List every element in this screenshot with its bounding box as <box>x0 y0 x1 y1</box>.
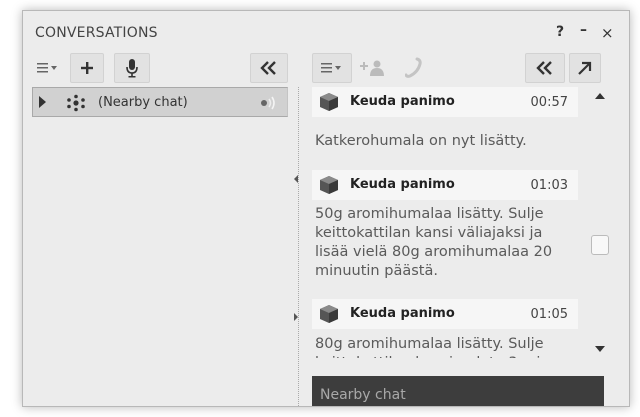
scroll-up-icon[interactable] <box>595 93 605 99</box>
options-menu-icon <box>321 63 341 73</box>
panel-divider[interactable] <box>298 87 299 406</box>
avatar-box-icon <box>320 93 338 111</box>
plus-icon <box>81 62 93 74</box>
help-button[interactable]: ? <box>556 24 564 40</box>
message-sender[interactable]: Keuda panimo <box>350 94 455 109</box>
conversation-item-nearby-chat[interactable]: (Nearby chat) <box>32 87 288 117</box>
collapse-left-icon <box>536 61 552 75</box>
voice-button[interactable] <box>114 53 150 83</box>
options-menu-icon <box>37 63 57 73</box>
collapse-list-button[interactable] <box>250 53 288 83</box>
options-menu-button[interactable] <box>32 53 64 83</box>
pop-out-button[interactable] <box>569 53 601 83</box>
add-person-icon <box>360 60 384 76</box>
chat-history[interactable]: Keuda panimo 00:57 Katkerohumala on nyt … <box>312 87 578 358</box>
microphone-icon <box>126 59 138 78</box>
nearby-chat-icon <box>67 94 85 112</box>
message-sender[interactable]: Keuda panimo <box>350 177 455 192</box>
call-icon <box>405 57 422 78</box>
chat-input[interactable] <box>312 376 604 406</box>
scroll-down-icon[interactable] <box>595 346 605 352</box>
message-time: 01:03 <box>530 178 568 193</box>
message-sender[interactable]: Keuda panimo <box>350 306 455 321</box>
collapse-left-icon <box>260 61 276 75</box>
add-participant-button[interactable] <box>356 53 388 83</box>
expand-left-arrow-icon[interactable] <box>294 175 298 183</box>
message-header: Keuda panimo 01:05 <box>312 299 578 329</box>
message-text: 50g aromihumalaa lisätty. Sulje keittoka… <box>315 206 553 279</box>
close-button[interactable]: × <box>601 24 614 42</box>
chat-scrollbar[interactable] <box>590 87 610 359</box>
title-bar[interactable]: CONVERSATIONS ? – × <box>23 11 629 45</box>
message-time: 00:57 <box>530 95 568 110</box>
left-toolbar <box>32 53 288 83</box>
expand-arrow-icon[interactable] <box>39 96 46 108</box>
conversations-window: CONVERSATIONS ? – × (Nearby chat) Keuda … <box>22 10 630 407</box>
pop-out-icon <box>578 61 592 75</box>
chat-options-button[interactable] <box>312 53 352 83</box>
avatar-box-icon <box>320 176 338 194</box>
collapse-chat-button[interactable] <box>525 53 565 83</box>
voice-indicator-icon <box>261 96 275 110</box>
message-text: Katkerohumala on nyt lisätty. <box>315 133 527 149</box>
message-text: 80g aromihumalaa lisätty. Sulje keittoka… <box>315 336 550 358</box>
window-title: CONVERSATIONS <box>35 25 158 41</box>
minimize-button[interactable]: – <box>580 22 587 38</box>
chat-input-bar <box>312 376 604 406</box>
message-header: Keuda panimo 01:03 <box>312 170 578 200</box>
message-time: 01:05 <box>530 307 568 322</box>
expand-right-arrow-icon[interactable] <box>294 313 298 321</box>
conversation-label: (Nearby chat) <box>98 95 188 110</box>
call-button[interactable] <box>398 53 430 83</box>
message-header: Keuda panimo 00:57 <box>312 87 578 117</box>
add-conversation-button[interactable] <box>70 53 104 83</box>
chat-toolbar <box>312 53 602 83</box>
scrollbar-thumb[interactable] <box>591 235 609 255</box>
avatar-box-icon <box>320 305 338 323</box>
